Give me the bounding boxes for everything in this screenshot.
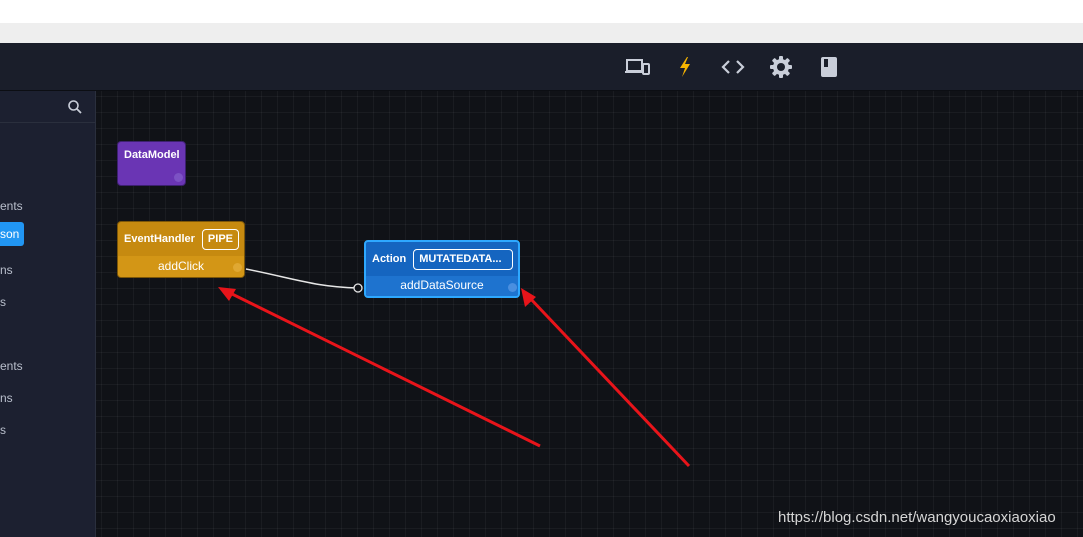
search-icon[interactable] bbox=[67, 99, 83, 115]
sidebar-item-label: s bbox=[0, 423, 6, 437]
sidebar-item[interactable]: s bbox=[0, 423, 6, 437]
annotation-layer bbox=[218, 287, 691, 468]
red-arrow-line bbox=[526, 294, 691, 468]
code-icon[interactable] bbox=[718, 53, 748, 81]
settings-gear-icon[interactable] bbox=[766, 53, 796, 81]
top-toolbar bbox=[0, 43, 1083, 91]
sidebar-search-bar[interactable] bbox=[0, 91, 95, 123]
node-canvas[interactable]: DataModel EventHandler PIPE addClick Act… bbox=[96, 91, 1083, 537]
sidebar-item-label: ns bbox=[0, 263, 13, 277]
sidebar-item-label: ns bbox=[0, 391, 13, 405]
sidebar-item[interactable]: ents bbox=[0, 359, 23, 373]
red-arrow-line bbox=[227, 290, 541, 448]
sidebar-item-label: ents bbox=[0, 359, 23, 373]
sidebar-item-active[interactable]: son bbox=[0, 222, 25, 246]
sidebar-item-label: son bbox=[0, 227, 20, 241]
sidebar-item-label: s bbox=[0, 295, 6, 309]
browser-strip bbox=[0, 23, 1083, 43]
watermark-text: https://blog.csdn.net/wangyoucaoxiaoxiao bbox=[778, 509, 1056, 526]
responsive-devices-icon[interactable] bbox=[622, 53, 652, 81]
sidebar-item[interactable]: ns bbox=[0, 263, 13, 277]
sidebar-item-label: ents bbox=[0, 199, 23, 213]
book-icon[interactable] bbox=[814, 53, 844, 81]
sidebar-item[interactable]: ns bbox=[0, 391, 13, 405]
lightning-icon[interactable] bbox=[670, 53, 700, 81]
sidebar-item[interactable]: s bbox=[0, 295, 6, 309]
top-blank-strip bbox=[0, 0, 1083, 23]
sidebar: ents son ns s ents ns s bbox=[0, 91, 96, 537]
sidebar-item[interactable]: ents bbox=[0, 199, 23, 213]
